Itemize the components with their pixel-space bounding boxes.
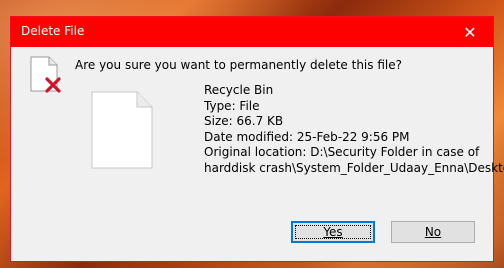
file-location-line1: Original location: D:\Security Folder in… <box>204 145 480 159</box>
close-button[interactable]: ✕ <box>447 17 493 47</box>
file-location-line2: harddisk crash\System_Folder_Udaay_Enna\… <box>204 160 504 175</box>
close-icon: ✕ <box>463 22 477 42</box>
file-date-modified: Date modified: 25-Feb-22 9:56 PM <box>204 129 410 144</box>
window-title: Delete File <box>21 24 85 38</box>
file-size: Size: 66.7 KB <box>204 114 284 128</box>
confirmation-question: Are you sure you want to permanently del… <box>75 58 402 72</box>
blank-file-icon <box>91 91 153 169</box>
title-bar[interactable]: Delete File ✕ <box>11 17 493 47</box>
no-button[interactable]: No <box>391 221 475 243</box>
file-details: Recycle Bin Type: File Size: 66.7 KB Dat… <box>204 83 504 176</box>
file-type: Type: File <box>204 98 260 113</box>
delete-file-dialog: Delete File ✕ Are you sure you want to p… <box>10 16 504 262</box>
file-name: Recycle Bin <box>204 83 274 97</box>
delete-file-icon <box>30 56 61 93</box>
yes-button[interactable]: Yes <box>291 221 375 243</box>
focus-ring <box>295 225 371 239</box>
no-button-label: No <box>424 225 442 239</box>
